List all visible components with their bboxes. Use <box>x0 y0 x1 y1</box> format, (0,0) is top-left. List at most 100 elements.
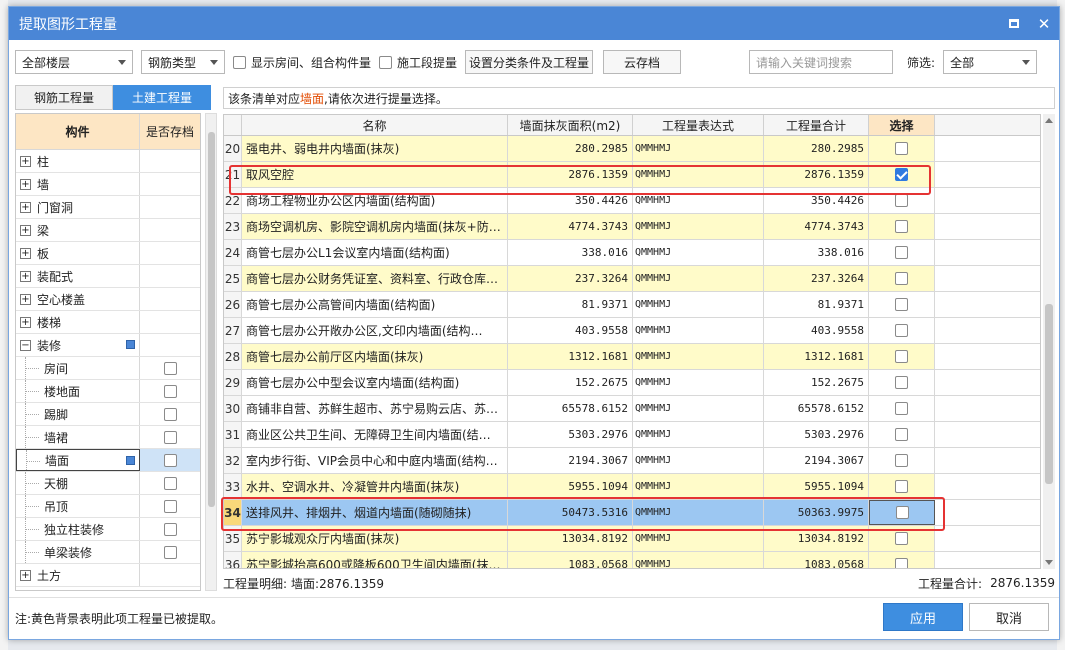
tree-item-name-cell[interactable]: + 土方 <box>16 564 140 586</box>
select-checkbox[interactable] <box>895 220 908 233</box>
saved-checkbox[interactable] <box>163 522 177 536</box>
scrollbar-thumb[interactable] <box>1045 304 1053 484</box>
tree-item-name-cell[interactable]: 独立柱装修 <box>16 518 140 540</box>
select-cell[interactable] <box>869 136 935 161</box>
select-checkbox[interactable] <box>895 532 908 545</box>
tree-item[interactable]: + 土方 <box>16 564 200 587</box>
tree-item[interactable]: 墙裙 <box>16 426 200 449</box>
tree-item-name-cell[interactable]: 单梁装修 <box>16 541 140 563</box>
tree-item[interactable]: + 柱 <box>16 150 200 173</box>
tree-item[interactable]: 踢脚 <box>16 403 200 426</box>
show-rooms-checkbox[interactable]: 显示房间、组合构件量 <box>233 54 371 71</box>
tree-item-name-cell[interactable]: + 柱 <box>16 150 140 172</box>
cancel-button[interactable]: 取消 <box>969 603 1049 631</box>
tree-item-name-cell[interactable]: + 装配式 <box>16 265 140 287</box>
copy-icon[interactable] <box>126 456 135 465</box>
checkbox-box[interactable] <box>379 55 393 69</box>
tree-item[interactable]: 天棚 <box>16 472 200 495</box>
select-cell[interactable] <box>869 188 935 213</box>
table-row[interactable]: 20 强电井、弱电井内墙面(抹灰) 280.2985 QMMHMJ 280.2985 <box>224 136 1040 162</box>
search-input[interactable]: 请输入关键词搜索 <box>749 50 894 74</box>
tree-item[interactable]: + 梁 <box>16 219 200 242</box>
select-cell[interactable] <box>869 500 935 525</box>
tree-item-name-cell[interactable]: + 楼梯 <box>16 311 140 333</box>
tree-item[interactable]: 独立柱装修 <box>16 518 200 541</box>
expand-icon[interactable]: + <box>20 247 31 259</box>
select-checkbox[interactable] <box>895 376 908 389</box>
select-checkbox[interactable] <box>895 298 908 311</box>
tree-item[interactable]: + 门窗洞 <box>16 196 200 219</box>
table-row[interactable]: 35 苏宁影城观众厅内墙面(抹灰) 13034.8192 QMMHMJ 13034.81… <box>224 526 1040 552</box>
select-cell[interactable] <box>869 292 935 317</box>
select-cell[interactable] <box>869 448 935 473</box>
tree-item-name-cell[interactable]: 房间 <box>16 357 140 379</box>
scrollbar-thumb[interactable] <box>208 132 215 507</box>
tree-item-name-cell[interactable]: + 墙 <box>16 173 140 195</box>
saved-checkbox[interactable] <box>163 545 177 559</box>
table-row[interactable]: 21 取风空腔 2876.1359 QMMHMJ 2876.1359 <box>224 162 1040 188</box>
select-checkbox[interactable] <box>895 428 908 441</box>
table-row[interactable]: 24 商管七层办公L1会议室内墙面(结构面) 338.016 QMMHMJ 338.01… <box>224 240 1040 266</box>
expand-icon[interactable]: + <box>20 293 31 305</box>
tree-item-name-cell[interactable]: + 板 <box>16 242 140 264</box>
table-row[interactable]: 28 商管七层办公前厅区内墙面(抹灰) 1312.1681 QMMHMJ 1312.16… <box>224 344 1040 370</box>
expand-icon[interactable]: + <box>20 224 31 236</box>
maximize-button[interactable] <box>999 7 1029 40</box>
tree-item-name-cell[interactable]: + 门窗洞 <box>16 196 140 218</box>
table-row[interactable]: 22 商场工程物业办公区内墙面(结构面) 350.4426 QMMHMJ 350.442… <box>224 188 1040 214</box>
select-checkbox[interactable] <box>895 142 908 155</box>
tree-item-name-cell[interactable]: 墙裙 <box>16 426 140 448</box>
tree-item-name-cell[interactable]: + 空心楼盖 <box>16 288 140 310</box>
table-row[interactable]: 26 商管七层办公高管间内墙面(结构面) 81.9371 QMMHMJ 81.9371 <box>224 292 1040 318</box>
stage-checkbox[interactable]: 施工段提量 <box>379 54 457 71</box>
grid-scrollbar[interactable] <box>1043 114 1055 569</box>
tree-item[interactable]: + 装配式 <box>16 265 200 288</box>
table-row[interactable]: 25 商管七层办公财务凭证室、资料室、行政仓库… 237.3264 QMMHMJ 237… <box>224 266 1040 292</box>
select-checkbox[interactable] <box>895 168 908 181</box>
select-cell[interactable] <box>869 552 935 568</box>
saved-checkbox[interactable] <box>163 361 177 375</box>
tree-item-name-cell[interactable]: 踢脚 <box>16 403 140 425</box>
saved-checkbox[interactable] <box>163 499 177 513</box>
table-row[interactable]: 36 苏宁影城抬高600或降板600卫生间内墙面(抹… 1083.0568 QMMHM… <box>224 552 1040 568</box>
saved-checkbox[interactable] <box>163 430 177 444</box>
select-checkbox[interactable] <box>895 272 908 285</box>
select-checkbox[interactable] <box>895 506 909 519</box>
select-cell[interactable] <box>869 162 935 187</box>
select-cell[interactable] <box>869 266 935 291</box>
tree-item[interactable]: + 空心楼盖 <box>16 288 200 311</box>
apply-button[interactable]: 应用 <box>883 603 963 631</box>
table-row[interactable]: 30 商铺非自营、苏鲜生超市、苏宁易购云店、苏… 65578.6152 QMMHMJ 6… <box>224 396 1040 422</box>
tab-civil-quantity[interactable]: 土建工程量 <box>113 85 211 110</box>
expand-icon[interactable]: + <box>20 270 31 282</box>
select-checkbox[interactable] <box>895 454 908 467</box>
select-cell[interactable] <box>869 240 935 265</box>
checkbox-box[interactable] <box>233 55 246 69</box>
floor-select[interactable]: 全部楼层 <box>15 50 133 74</box>
tree-item[interactable]: 楼地面 <box>16 380 200 403</box>
tree-item-name-cell[interactable]: 吊顶 <box>16 495 140 517</box>
copy-icon[interactable] <box>126 340 135 349</box>
select-checkbox[interactable] <box>895 350 908 363</box>
tree-item[interactable]: 墙面 <box>16 449 200 472</box>
set-category-button[interactable]: 设置分类条件及工程量 <box>465 50 594 74</box>
table-row[interactable]: 27 商管七层办公开敞办公区,文印内墙面(结构… 403.9558 QMMHMJ 403… <box>224 318 1040 344</box>
select-cell[interactable] <box>869 526 935 551</box>
tree-item[interactable]: 吊顶 <box>16 495 200 518</box>
tree-item-name-cell[interactable]: + 梁 <box>16 219 140 241</box>
select-checkbox[interactable] <box>895 402 908 415</box>
table-row[interactable]: 34 送排风井、排烟井、烟道内墙面(随砌随抹) 50473.5316 QMMHMJ 50… <box>224 500 1040 526</box>
tree-item[interactable]: 房间 <box>16 357 200 380</box>
expand-icon[interactable]: + <box>20 201 31 213</box>
table-row[interactable]: 31 商业区公共卫生间、无障碍卫生间内墙面(结… 5303.2976 QMMHMJ 53… <box>224 422 1040 448</box>
select-cell[interactable] <box>869 396 935 421</box>
expand-icon[interactable]: + <box>20 316 31 328</box>
tree-item-name-cell[interactable]: 墙面 <box>16 449 140 471</box>
tree-item[interactable]: + 墙 <box>16 173 200 196</box>
tree-item-name-cell[interactable]: 天棚 <box>16 472 140 494</box>
tree-item-name-cell[interactable]: − 装修 <box>16 334 140 356</box>
select-checkbox[interactable] <box>895 558 908 568</box>
collapse-icon[interactable]: − <box>20 339 31 351</box>
select-cell[interactable] <box>869 214 935 239</box>
rebar-type-select[interactable]: 钢筋类型 <box>141 50 225 74</box>
